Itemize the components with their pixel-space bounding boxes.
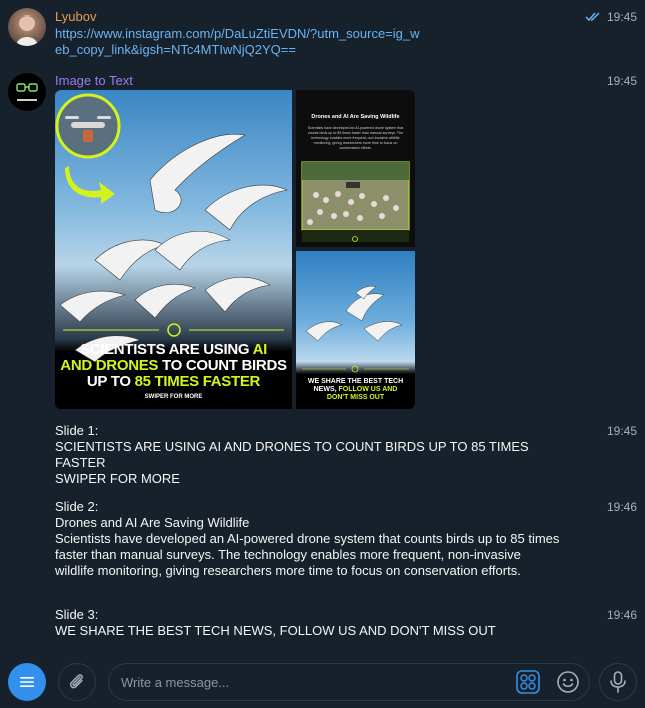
message-time: 19:45 [606,10,637,24]
double-check-icon [585,12,600,22]
text-line: Slide 2: [55,499,99,514]
photo-slide-1[interactable]: SCIENTISTS ARE USING AI AND DRONES TO CO… [55,90,292,409]
message-time: 19:46 [606,608,637,622]
emoji-button[interactable] [556,670,580,694]
composer-bar [0,655,645,708]
stickers-button[interactable] [516,670,540,694]
attach-button[interactable] [58,663,96,701]
message-text: Slide 2: Drones and AI Are Saving Wildli… [55,499,560,579]
slide-1-headline: SCIENTISTS ARE USING AI AND DRONES TO CO… [60,341,287,390]
text-line: Drones and AI Are Saving Wildlife [55,515,250,530]
text-line: Slide 1: [55,423,99,438]
message-time: 19:45 [606,424,637,438]
message-slide-1: Slide 1: SCIENTISTS ARE USING AI AND DRO… [0,423,645,493]
message-lyubov: Lyubov 19:45 https://www.instagram.com/p… [0,0,645,65]
message-time: 19:45 [606,74,637,88]
voice-message-button[interactable] [599,663,637,701]
text-line: Scientists have developed an AI-powered … [55,531,560,578]
sticker-grid-icon [516,670,540,694]
message-slide-2: Slide 2: Drones and AI Are Saving Wildli… [0,499,645,599]
message-text: Slide 3: WE SHARE THE BEST TECH NEWS, FO… [55,607,585,639]
instagram-link[interactable]: https://www.instagram.com/p/DaLuZtiEVDN/… [55,26,425,58]
slide-1-footer: SWIPER FOR MORE [144,394,203,400]
photo-slide-2[interactable]: Drones and AI Are Saving Wildlife Scient… [296,90,415,247]
text-line: Slide 3: [55,607,99,622]
message-text: Slide 1: SCIENTISTS ARE USING AI AND DRO… [55,423,585,487]
text-line: WE SHARE THE BEST TECH NEWS, FOLLOW US A… [55,623,496,638]
avatar-image-to-text[interactable] [8,73,46,111]
photo-slide-3[interactable]: WE SHARE THE BEST TECH NEWS, FOLLOW US A… [296,251,415,409]
sender-name[interactable]: Lyubov [55,9,96,25]
paperclip-icon [69,674,83,689]
text-line: SWIPER FOR MORE [55,471,180,486]
message-input[interactable] [121,664,501,700]
text-line: SCIENTISTS ARE USING AI AND DRONES TO CO… [55,439,529,470]
message-input-wrapper [108,663,590,701]
emoji-icon [557,671,579,693]
menu-icon [20,677,34,687]
message-time: 19:46 [606,500,637,514]
slide-3-text: WE SHARE THE BEST TECH NEWS, FOLLOW US A… [307,378,404,401]
menu-button[interactable] [8,663,46,701]
message-slide-3: Slide 3: WE SHARE THE BEST TECH NEWS, FO… [0,607,645,641]
sender-name[interactable]: Image to Text [55,73,133,89]
microphone-icon [610,671,626,693]
avatar-lyubov[interactable] [8,8,46,46]
